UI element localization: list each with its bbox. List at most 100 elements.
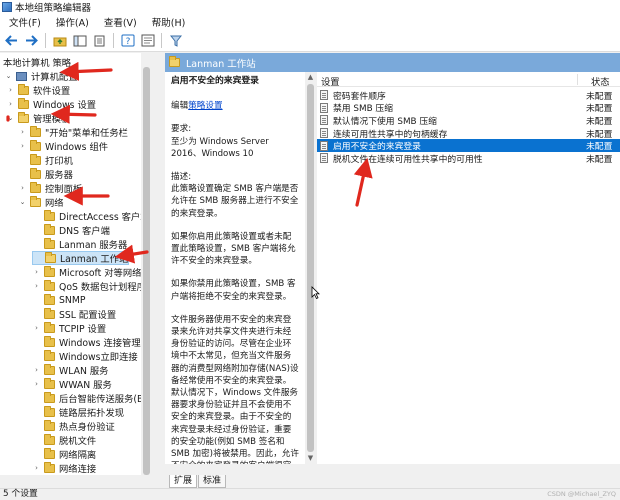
column-setting[interactable]: 设置 [321,74,340,88]
tree-item[interactable]: Lanman 工作站 [32,251,130,265]
chevron-right-icon[interactable]: › [6,100,15,109]
setting-state: 未配置 [586,142,613,153]
tree-item[interactable]: › Windows 组件 [18,139,108,153]
folder-icon [18,97,29,109]
tree-item[interactable]: › WWAN 服务 [32,377,112,391]
tree-item[interactable]: DirectAccess 客户端体验 [32,209,151,223]
tree-item[interactable]: › WLAN 服务 [32,363,108,377]
up-folder-icon[interactable] [51,32,68,49]
setting-row[interactable]: 脱机文件在连续可用性共享中的可用性 未配置 [317,152,620,165]
setting-name: 连续可用性共享中的句柄缓存 [333,129,448,140]
chevron-right-icon[interactable]: › [18,142,27,151]
status-text: 5 个设置 [3,489,38,499]
description-title: 启用不安全的来宾登录 [171,76,259,86]
folder-icon [44,223,55,235]
tree-item[interactable]: ⌄ 网络 [18,195,64,209]
setting-row[interactable]: 禁用 SMB 压缩 未配置 [317,102,620,114]
setting-row[interactable]: 密码套件顺序 未配置 [317,89,620,102]
tree-item[interactable]: › "开始"菜单和任务栏 [18,125,128,139]
tab-standard[interactable]: 标准 [198,475,227,488]
chevron-down-icon[interactable]: ⌄ [18,198,27,207]
chevron-right-icon[interactable]: › [18,184,27,193]
tree-item[interactable]: DNS 客户端 [32,223,110,237]
policy-tree[interactable]: 本地计算机 策略 ⌄ 计算机配置 › 软件设置 › Windows 设置 ⌄ 管理模板 › "开始"… [0,53,152,475]
tree-item[interactable]: › 软件设置 [6,83,70,97]
tree-item-label: TCPIP 设置 [59,324,107,335]
properties-icon[interactable] [139,32,156,49]
chevron-right-icon[interactable]: › [32,380,41,389]
setting-name: 密码套件顺序 [333,91,386,102]
tree-item[interactable]: Windows立即连接 [32,349,138,363]
chevron-right-icon[interactable]: › [32,464,41,473]
setting-state: 未配置 [586,116,613,127]
column-divider[interactable] [577,74,578,85]
tree-item-label: SNMP [59,294,86,306]
tree-item[interactable]: 服务器 [18,167,73,181]
forward-icon[interactable] [23,32,40,49]
scroll-down-icon[interactable]: ▼ [306,454,315,463]
chevron-right-icon[interactable]: › [32,268,41,277]
folder-icon [44,363,55,375]
tree-item[interactable]: › QoS 数据包计划程序 [32,279,146,293]
chevron-right-icon[interactable]: › [18,128,27,137]
policy-setting-icon [320,153,328,164]
export-icon[interactable] [91,32,108,49]
tree-item[interactable]: SSL 配置设置 [32,307,116,321]
scroll-up-icon[interactable]: ▲ [306,73,315,82]
setting-row[interactable]: 连续可用性共享中的句柄缓存 未配置 [317,127,620,140]
tree-item[interactable]: 打印机 [18,153,73,167]
setting-row[interactable]: 默认情况下使用 SMB 压缩 未配置 [317,114,620,127]
description-scroll-thumb[interactable] [307,84,314,452]
tree-item[interactable]: › 控制面板 [18,181,82,195]
tree-item[interactable]: ⌄ 计算机配置 [4,69,78,83]
tree-item[interactable]: 脱机文件 [32,433,96,447]
tree-item[interactable]: 热点身份验证 [32,419,115,433]
tree-item-label: 网络隔离 [59,450,97,461]
tree-item[interactable]: › Microsoft 对等网络服务 [32,265,151,279]
menu-file[interactable]: 文件(F) [2,15,49,29]
chevron-right-icon[interactable]: › [6,86,15,95]
help-icon[interactable]: ? [119,32,136,49]
folder-icon [30,167,41,179]
tree-item[interactable]: SNMP [32,293,85,307]
tree-item[interactable]: › 网络连接 [32,461,96,475]
tree-item[interactable]: 本地计算机 策略 [3,55,71,69]
setting-row[interactable]: 启用不安全的来宾登录 未配置 [317,139,620,152]
menu-view[interactable]: 查看(V) [97,15,145,29]
tree-item[interactable]: Windows 连接管理器 [32,335,150,349]
edit-policy-link[interactable]: 策略设置 [188,101,222,111]
tree-item[interactable]: Lanman 服务器 [32,237,127,251]
description-scrollbar[interactable]: ▲ ▼ [305,72,316,464]
chevron-down-icon[interactable]: ⌄ [6,114,15,123]
description-para-2: 如果你启用此策略设置或者未配置此策略设置，SMB 客户端将允许不安全的来宾登录。 [171,231,296,267]
show-tree-icon[interactable] [71,32,88,49]
tree-item[interactable]: ⌄ 管理模板 [6,111,70,125]
tree-item-label: Lanman 服务器 [59,240,128,251]
menu-help[interactable]: 帮助(H) [145,15,194,29]
chevron-right-icon[interactable]: › [32,282,41,291]
policy-setting-icon [320,90,328,101]
tree-item[interactable]: › Windows 设置 [6,97,96,111]
back-icon[interactable] [3,32,20,49]
chevron-right-icon[interactable]: › [32,366,41,375]
tree-scroll-thumb[interactable] [143,67,150,475]
column-state[interactable]: 状态 [591,74,610,88]
tree-scrollbar[interactable] [141,53,152,475]
chevron-down-icon[interactable]: ⌄ [4,72,13,81]
tree-item[interactable]: 后台智能传送服务(BITS) [32,391,151,405]
tree-item-label: 控制面板 [45,184,83,195]
tab-extended[interactable]: 扩展 [169,475,198,488]
menu-action[interactable]: 操作(A) [49,15,97,29]
description-para-3: 如果你禁用此策略设置，SMB 客户端将拒绝不安全的来宾登录。 [171,279,296,302]
tree-item[interactable]: › TCPIP 设置 [32,321,106,335]
chevron-right-icon[interactable]: › [32,324,41,333]
tree-item[interactable]: 网络隔离 [32,447,96,461]
tree-item[interactable]: 链路层拓扑发现 [32,405,124,419]
toolbar-separator [45,33,46,48]
filter-icon[interactable] [167,32,184,49]
